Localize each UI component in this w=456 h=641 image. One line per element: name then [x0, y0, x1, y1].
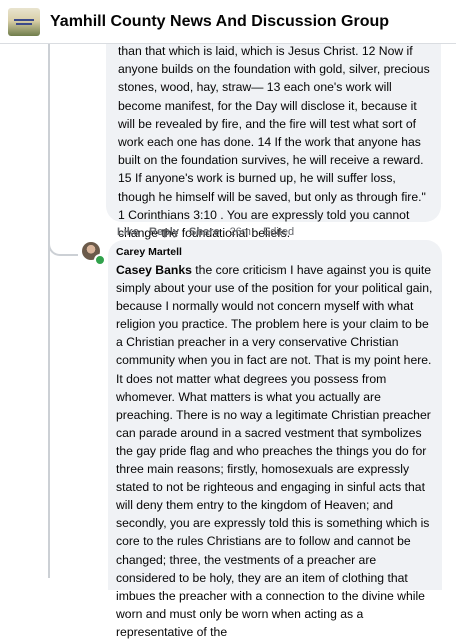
comment-timestamp[interactable]: 26m — [230, 226, 251, 238]
comment-author-name[interactable]: Carey Martell — [116, 246, 182, 258]
online-status-icon — [94, 254, 106, 266]
mention-link[interactable]: Casey Banks — [116, 263, 192, 277]
thread-connector-line — [48, 0, 50, 578]
thumbnail-title-mark — [14, 18, 34, 21]
comment-actions: Like Reply Share 26m Edited — [117, 224, 306, 240]
group-header: Yamhill County News And Discussion Group — [0, 0, 456, 44]
share-button[interactable]: Share — [189, 226, 220, 238]
reply-button[interactable]: Reply — [149, 226, 179, 238]
like-button[interactable]: Like — [117, 226, 139, 238]
comment-text: than that which is laid, which is Jesus … — [118, 44, 430, 241]
thumbnail-title-mark — [16, 22, 32, 25]
group-cover-thumbnail[interactable] — [8, 7, 40, 36]
group-title[interactable]: Yamhill County News And Discussion Group — [50, 13, 389, 31]
reply-comment-text: Casey Banks the core criticism I have ag… — [116, 261, 436, 641]
reply-connector-curve — [48, 236, 78, 256]
edited-label: Edited — [262, 226, 295, 238]
reply-comment-body: the core criticism I have against you is… — [116, 263, 433, 639]
